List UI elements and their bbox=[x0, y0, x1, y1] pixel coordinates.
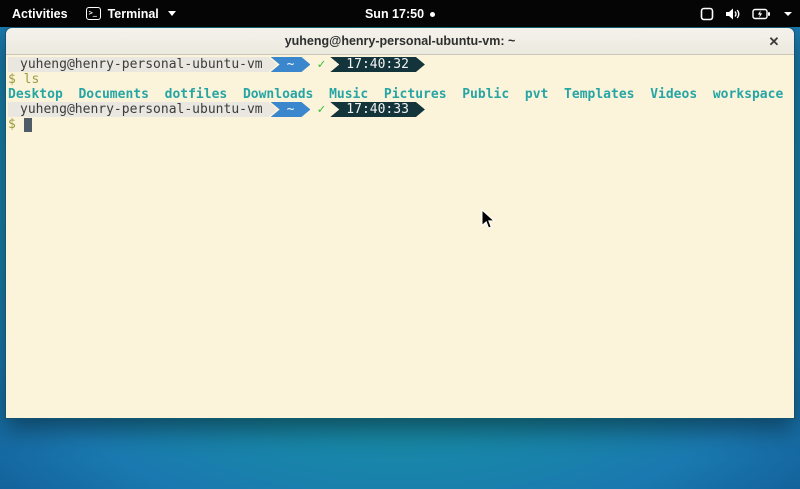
chevron-down-icon bbox=[784, 12, 792, 16]
terminal-window: yuheng@henry-personal-ubuntu-vm: ~ ✕ yuh… bbox=[5, 27, 795, 419]
window-titlebar[interactable]: yuheng@henry-personal-ubuntu-vm: ~ ✕ bbox=[6, 28, 794, 55]
directory-name: Desktop bbox=[8, 87, 63, 102]
text-cursor bbox=[24, 118, 32, 132]
directory-name: Pictures bbox=[384, 87, 447, 102]
directory-name: dotfiles bbox=[165, 87, 228, 102]
directory-name: Documents bbox=[78, 87, 148, 102]
system-tray[interactable] bbox=[700, 0, 792, 27]
directory-name: workspace bbox=[713, 87, 783, 102]
directory-name: Public bbox=[462, 87, 509, 102]
directory-name: Videos bbox=[650, 87, 697, 102]
prompt-symbol: $ bbox=[8, 117, 16, 132]
prompt-line: yuheng@henry-personal-ubuntu-vm ~ ✓ 17:4… bbox=[8, 57, 794, 72]
window-title: yuheng@henry-personal-ubuntu-vm: ~ bbox=[285, 34, 516, 48]
status-check-icon: ✓ bbox=[310, 57, 330, 72]
command-text: ls bbox=[24, 72, 40, 87]
prompt-symbol: $ bbox=[8, 72, 16, 87]
directory-name: Templates bbox=[564, 87, 634, 102]
directory-name: Music bbox=[329, 87, 368, 102]
prompt-timestamp: 17:40:32 bbox=[330, 57, 425, 72]
input-line[interactable]: $ bbox=[8, 117, 794, 132]
app-menu-label: Terminal bbox=[108, 7, 159, 21]
screen-share-icon bbox=[700, 7, 714, 21]
command-line: $ ls bbox=[8, 72, 794, 87]
activities-button[interactable]: Activities bbox=[12, 7, 68, 21]
prompt-timestamp: 17:40:33 bbox=[330, 102, 425, 117]
terminal-screen[interactable]: yuheng@henry-personal-ubuntu-vm ~ ✓ 17:4… bbox=[6, 55, 794, 418]
chevron-down-icon bbox=[168, 11, 176, 16]
directory-name: pvt bbox=[525, 87, 548, 102]
terminal-app-icon: >_ bbox=[86, 7, 101, 20]
prompt-user-host: yuheng@henry-personal-ubuntu-vm bbox=[8, 57, 277, 72]
app-menu-terminal[interactable]: >_ Terminal bbox=[86, 7, 176, 21]
close-button[interactable]: ✕ bbox=[763, 28, 785, 55]
clock[interactable]: Sun 17:50 bbox=[365, 7, 424, 21]
media-indicator-dot bbox=[430, 12, 435, 17]
prompt-user-host: yuheng@henry-personal-ubuntu-vm bbox=[8, 102, 277, 117]
top-bar: Activities >_ Terminal Sun 17:50 bbox=[0, 0, 800, 27]
ls-output-line: Desktop Documents dotfiles Downloads Mus… bbox=[8, 87, 794, 102]
status-check-icon: ✓ bbox=[310, 102, 330, 117]
battery-charging-icon bbox=[752, 8, 771, 20]
volume-icon bbox=[725, 7, 741, 21]
prompt-line: yuheng@henry-personal-ubuntu-vm ~ ✓ 17:4… bbox=[8, 102, 794, 117]
directory-name: Downloads bbox=[243, 87, 313, 102]
